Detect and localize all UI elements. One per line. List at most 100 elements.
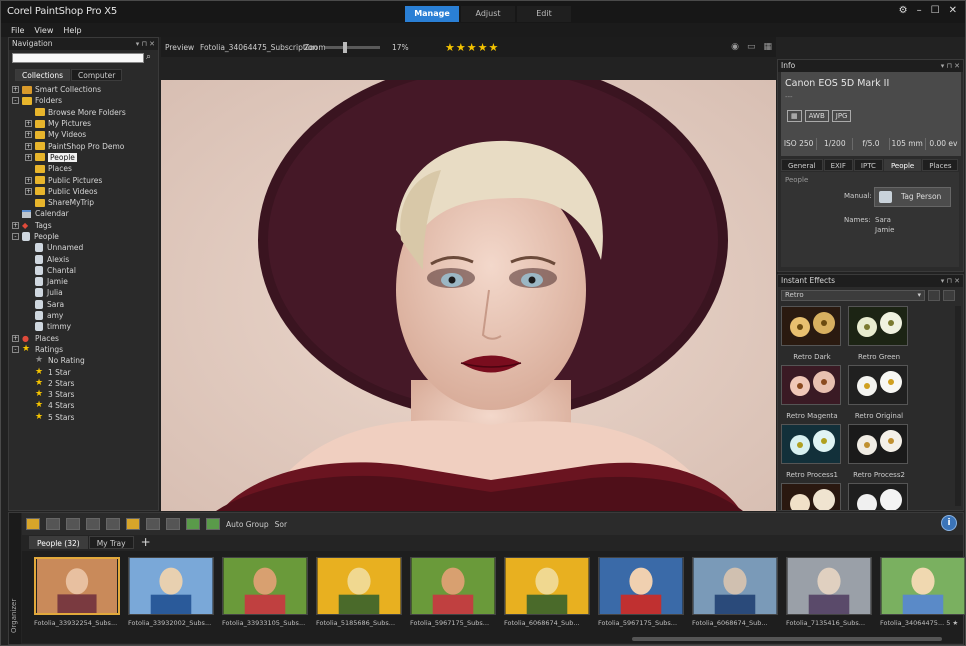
tab-adjust[interactable]: Adjust: [461, 6, 515, 22]
effect-tile[interactable]: Retro Original: [848, 365, 910, 421]
photo-thumbnail[interactable]: Fotolia_33932254_Subs...: [34, 557, 120, 633]
tree-item[interactable]: + People: [12, 152, 158, 163]
rating-stars[interactable]: ★★★★★: [445, 41, 499, 54]
photo-thumbnail[interactable]: Fotolia_6068674_Sub...: [504, 557, 590, 633]
tab-edit[interactable]: Edit: [517, 6, 571, 22]
info-icon[interactable]: i: [941, 515, 957, 531]
tree-item[interactable]: ★ 3 Stars: [12, 389, 158, 400]
expand-icon[interactable]: +: [25, 142, 32, 150]
tree-item[interactable]: + Public Pictures: [12, 174, 158, 185]
compare-view-icon[interactable]: ▭: [747, 42, 756, 52]
effect-tile[interactable]: Retro Process1: [781, 424, 843, 480]
thumbnail-scrollbar[interactable]: [632, 637, 942, 641]
expand-icon[interactable]: +: [25, 153, 32, 161]
maximize-icon[interactable]: ☐: [931, 5, 940, 16]
collapse-icon[interactable]: -: [12, 345, 19, 353]
tree-item[interactable]: ★ 1 Star: [12, 366, 158, 377]
collapse-icon[interactable]: -: [12, 233, 19, 240]
effect-tile[interactable]: Retro Process2: [848, 424, 910, 480]
effect-tile[interactable]: [781, 483, 843, 510]
tag-person-button[interactable]: Tag Person: [874, 187, 951, 207]
details-view-icon[interactable]: [46, 518, 60, 530]
search-input[interactable]: [12, 53, 144, 63]
capture-icon[interactable]: [126, 518, 140, 530]
expand-icon[interactable]: +: [12, 334, 19, 342]
brush-alt-icon[interactable]: [86, 518, 100, 530]
tree-item[interactable]: + Public Videos: [12, 186, 158, 197]
globe-icon[interactable]: ◉: [731, 42, 739, 52]
tree-item[interactable]: ★ 5 Stars: [12, 412, 158, 423]
tree-item[interactable]: Calendar: [12, 208, 158, 219]
tree-item[interactable]: + ◆ Tags: [12, 220, 158, 231]
tree-item[interactable]: amy: [12, 310, 158, 321]
close-icon[interactable]: ✕: [949, 5, 957, 16]
expand-icon[interactable]: +: [12, 86, 19, 94]
grid-view-icon[interactable]: ▦: [763, 42, 772, 52]
tree-item[interactable]: - People: [12, 231, 158, 242]
tree-item[interactable]: Browse More Folders: [12, 107, 158, 118]
menu-help[interactable]: Help: [63, 26, 81, 35]
organizer-side-tab[interactable]: Organizer: [9, 513, 21, 644]
effect-tile[interactable]: Retro Dark: [781, 306, 843, 362]
tree-item[interactable]: ★ 4 Stars: [12, 400, 158, 411]
tab-general[interactable]: General: [781, 159, 823, 171]
tab-collections[interactable]: Collections: [15, 69, 71, 81]
expand-icon[interactable]: +: [25, 187, 32, 195]
brush-icon[interactable]: [66, 518, 80, 530]
tab-my-tray[interactable]: My Tray: [88, 536, 134, 549]
tree-item[interactable]: + My Pictures: [12, 118, 158, 129]
photo-thumbnail[interactable]: Fotolia_33932002_Subs...: [128, 557, 214, 633]
tree-item[interactable]: + PaintShop Pro Demo: [12, 140, 158, 151]
tab-exif[interactable]: EXIF: [823, 159, 853, 171]
menu-view[interactable]: View: [34, 26, 53, 35]
thumbnail-view-icon[interactable]: [26, 518, 40, 530]
tab-places[interactable]: Places: [922, 159, 959, 171]
photo-preview[interactable]: [161, 80, 776, 511]
reset-effect-icon[interactable]: [928, 290, 940, 301]
tab-manage[interactable]: Manage: [405, 6, 459, 22]
tree-item[interactable]: ShareMyTrip: [12, 197, 158, 208]
photo-thumbnail[interactable]: Fotolia_5967175_Subs...: [410, 557, 496, 633]
tree-item[interactable]: Sara: [12, 299, 158, 310]
tree-item[interactable]: Julia: [12, 287, 158, 298]
tab-iptc[interactable]: IPTC: [853, 159, 883, 171]
tree-item[interactable]: ★ 2 Stars: [12, 378, 158, 389]
tree-item[interactable]: Chantal: [12, 265, 158, 276]
effect-tile[interactable]: Retro Magenta: [781, 365, 843, 421]
tree-item[interactable]: ★ No Rating: [12, 355, 158, 366]
expand-icon[interactable]: +: [25, 176, 32, 184]
search-icon[interactable]: ⌕: [146, 52, 151, 62]
photo-thumbnail[interactable]: Fotolia_5185686_Subs...: [316, 557, 402, 633]
expand-icon[interactable]: +: [12, 221, 19, 229]
slideshow-icon[interactable]: [166, 518, 180, 530]
photo-thumbnail[interactable]: Fotolia_34064475... 5 ★: [880, 557, 966, 633]
tree-item[interactable]: + ● Places: [12, 333, 158, 344]
effect-category-select[interactable]: Retro ▾: [781, 290, 925, 301]
tree-item[interactable]: + Smart Collections: [12, 84, 158, 95]
tag-person-icon[interactable]: [106, 518, 120, 530]
auto-group-button[interactable]: Auto Group: [226, 520, 269, 529]
photo-thumbnail[interactable]: Fotolia_5967175_Subs...: [598, 557, 684, 633]
settings-icon[interactable]: ⚙: [899, 5, 908, 16]
collapse-icon[interactable]: -: [12, 97, 19, 105]
tree-item[interactable]: + My Videos: [12, 129, 158, 140]
rotate-left-icon[interactable]: [186, 518, 200, 530]
tree-item[interactable]: Jamie: [12, 276, 158, 287]
expand-icon[interactable]: +: [25, 131, 32, 139]
tree-item[interactable]: timmy: [12, 321, 158, 332]
expand-icon[interactable]: +: [25, 120, 32, 128]
zoom-slider-thumb[interactable]: [343, 42, 347, 53]
minimize-icon[interactable]: –: [917, 5, 922, 16]
tree-item[interactable]: Unnamed: [12, 242, 158, 253]
rotate-right-icon[interactable]: [206, 518, 220, 530]
photo-thumbnail[interactable]: Fotolia_6068674_Sub...: [692, 557, 778, 633]
photo-thumbnail[interactable]: Fotolia_7135416_Subs...: [786, 557, 872, 633]
sort-button[interactable]: Sor: [275, 520, 287, 529]
effect-menu-icon[interactable]: [943, 290, 955, 301]
effect-tile[interactable]: Retro Green: [848, 306, 910, 362]
panel-controls-icon[interactable]: ▾ ⊓ ✕: [941, 275, 960, 287]
add-tab-icon[interactable]: +: [141, 536, 151, 549]
tree-item[interactable]: - ★ Ratings: [12, 344, 158, 355]
tab-computer[interactable]: Computer: [71, 69, 123, 81]
tree-item[interactable]: Places: [12, 163, 158, 174]
